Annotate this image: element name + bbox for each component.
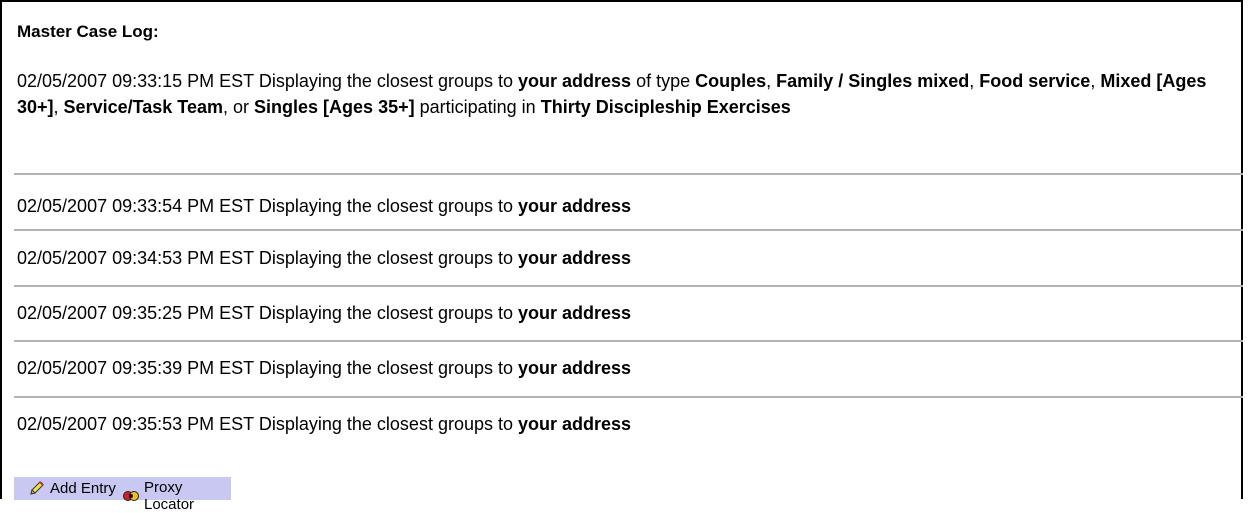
entry-participating: participating in (419, 97, 536, 117)
log-entry: 02/05/2007 09:35:25 PM EST Displaying th… (17, 300, 1232, 326)
entry-program: Thirty Discipleship Exercises (540, 97, 791, 117)
entry-timestamp: 02/05/2007 09:34:53 PM EST (17, 248, 254, 268)
entry-type: Family / Singles mixed (776, 71, 970, 91)
pencil-icon (28, 479, 46, 497)
entry-text: Displaying the closest groups to (258, 358, 513, 378)
entry-type: Couples (695, 71, 767, 91)
entry-or: or (233, 97, 250, 117)
proxy-locator-button[interactable]: Proxy Locator (122, 479, 231, 513)
entry-timestamp: 02/05/2007 09:35:39 PM EST (17, 358, 254, 378)
log-entry: 02/05/2007 09:35:39 PM EST Displaying th… (17, 355, 1232, 381)
proxy-locator-label: Proxy Locator (144, 479, 195, 513)
separator (14, 229, 1243, 231)
entry-timestamp: 02/05/2007 09:33:54 PM EST (17, 196, 254, 216)
entry-timestamp: 02/05/2007 09:35:25 PM EST (17, 303, 254, 323)
entry-address: your address (518, 71, 632, 91)
log-entry: 02/05/2007 09:33:54 PM EST Displaying th… (17, 193, 1232, 219)
entry-text: Displaying the closest groups to (258, 414, 513, 434)
entry-type: Singles [Ages 35+] (254, 97, 415, 117)
entry-text: Displaying the closest groups to (258, 71, 513, 91)
entry-timestamp: 02/05/2007 09:33:15 PM EST (17, 71, 254, 91)
separator (14, 340, 1243, 342)
case-log-title: Master Case Log: (17, 22, 159, 41)
proxy-locator-icon (122, 487, 140, 505)
entry-address: your address (518, 414, 632, 434)
entry-text: Displaying the closest groups to (258, 196, 513, 216)
entry-of-type: of type (636, 71, 691, 91)
entry-text: Displaying the closest groups to (258, 303, 513, 323)
entry-address: your address (518, 248, 632, 268)
log-entry: 02/05/2007 09:34:53 PM EST Displaying th… (17, 245, 1232, 271)
entry-address: your address (518, 303, 632, 323)
entry-text: Displaying the closest groups to (258, 248, 513, 268)
separator (14, 173, 1243, 175)
add-entry-button[interactable]: Add Entry (28, 479, 116, 497)
entry-type: Food service (979, 71, 1091, 91)
entry-timestamp: 02/05/2007 09:35:53 PM EST (17, 414, 254, 434)
case-log-toolbar: Add Entry Proxy Locator (14, 476, 231, 513)
separator (14, 396, 1243, 398)
add-entry-label: Add Entry (50, 479, 116, 497)
entry-address: your address (518, 196, 632, 216)
log-entry: 02/05/2007 09:33:15 PM EST Displaying th… (17, 71, 1207, 117)
entry-type: Service/Task Team (63, 97, 223, 117)
entry-address: your address (518, 358, 632, 378)
separator (14, 285, 1243, 287)
log-entry: 02/05/2007 09:35:53 PM EST Displaying th… (17, 411, 1232, 437)
